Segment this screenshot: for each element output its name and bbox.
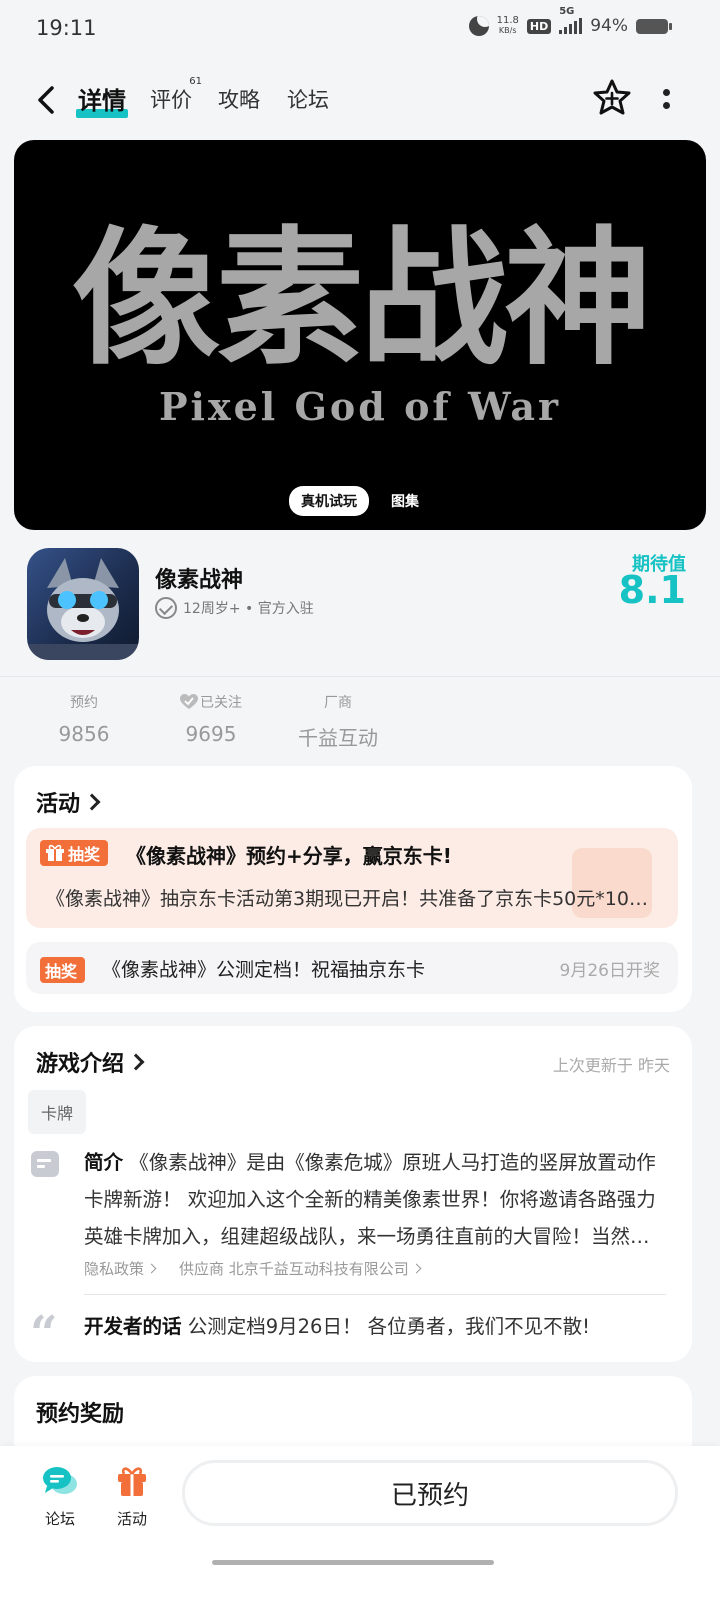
status-icons: 11.8 KB/s HD 5G 94%	[468, 6, 672, 36]
chevron-right-icon	[83, 793, 101, 811]
activity-item-title: 《像素战神》公测定档！祝福抽京东卡	[102, 959, 426, 981]
intro-links: 隐私政策 供应商 北京千益互动科技有限公司	[84, 1258, 422, 1279]
activity-card: 活动 抽奖 《像素战神》预约+分享，赢京东卡! 《像素战神》抽京东卡活动第3期现…	[14, 766, 692, 1012]
update-time: 上次更新于 昨天	[552, 1056, 670, 1075]
bottom-action-bar: 论坛 活动 已预约	[0, 1446, 720, 1600]
supplier-link[interactable]: 供应商 北京千益互动科技有限公司	[179, 1258, 422, 1279]
quote-icon: “	[30, 1306, 58, 1362]
moon-icon	[468, 16, 489, 36]
raccoon-hero-icon	[27, 558, 139, 660]
game-intro-title[interactable]: 游戏介绍	[36, 1046, 145, 1078]
bottom-tab-forum[interactable]: 论坛	[30, 1464, 90, 1529]
activity-item-1[interactable]: 抽奖 《像素战神》预约+分享，赢京东卡! 《像素战神》抽京东卡活动第3期现已开启…	[26, 828, 678, 928]
tab-details[interactable]: 详情	[76, 81, 128, 118]
stat-reservations: 预约 9856	[58, 695, 110, 746]
app-icon	[27, 548, 139, 660]
gift-icon	[46, 844, 64, 861]
banner-tab-gallery[interactable]: 图集	[379, 486, 431, 516]
lottery-badge: 抽奖	[40, 957, 86, 983]
heart-check-icon	[180, 694, 198, 709]
media-banner[interactable]: 像素战神 Pixel God of War 真机试玩 图集	[14, 140, 706, 530]
chevron-right-icon	[146, 1263, 157, 1274]
developer-words: 开发者的话 公测定档9月26日！ 各位勇者，我们不见不散!	[84, 1315, 590, 1338]
status-time: 19:11	[36, 16, 97, 40]
back-arrow-icon[interactable]	[32, 82, 62, 118]
document-icon	[31, 1151, 59, 1177]
activity-item-desc: 《像素战神》抽京东卡活动第3期现已开启！共准备了京东卡50元*10份，快来参与吧	[46, 888, 666, 910]
banner-tabs: 真机试玩 图集	[14, 486, 706, 516]
gift-box-icon	[118, 1467, 146, 1496]
bottom-tab-activity[interactable]: 活动	[102, 1464, 162, 1529]
signal-icon: 5G	[559, 6, 583, 34]
activity-item-date: 9月26日开奖	[559, 961, 660, 981]
star-plus-icon[interactable]	[592, 78, 632, 118]
banner-title: 像素战神	[72, 213, 652, 385]
stat-followers[interactable]: 已关注 9695	[151, 692, 271, 746]
battery-icon	[636, 18, 672, 34]
top-nav: 详情 评价 61 攻略 论坛	[0, 72, 720, 128]
game-intro-card: 游戏介绍 上次更新于 昨天 卡牌 简介 《像素战神》是由《像素危城》原班人马打造…	[14, 1026, 692, 1362]
activity-item-2[interactable]: 抽奖 《像素战神》公测定档！祝福抽京东卡 9月26日开奖	[26, 942, 678, 994]
privacy-policy-link[interactable]: 隐私政策	[84, 1258, 157, 1279]
app-name: 像素战神	[155, 568, 244, 593]
hd-icon: HD	[526, 18, 552, 34]
home-indicator[interactable]	[212, 1560, 494, 1565]
verified-check-icon	[155, 597, 177, 619]
tab-reviews[interactable]: 评价 61	[150, 76, 202, 114]
chevron-right-icon	[411, 1263, 422, 1274]
net-speed: 11.8 KB/s	[496, 15, 519, 36]
activity-title[interactable]: 活动	[36, 786, 101, 818]
genre-tag[interactable]: 卡牌	[28, 1090, 87, 1134]
game-summary[interactable]: 简介 《像素战神》是由《像素危城》原班人马打造的竖屏放置动作卡牌新游！ 欢迎加入…	[84, 1144, 668, 1255]
app-meta: 12周岁+ • 官方入驻	[155, 597, 314, 619]
stat-developer[interactable]: 厂商 千益互动	[278, 692, 398, 751]
reservation-reward-title: 预约奖励	[36, 1402, 125, 1427]
banner-tab-live-demo[interactable]: 真机试玩	[289, 486, 369, 516]
forum-chat-icon	[43, 1467, 77, 1494]
divider	[0, 676, 720, 677]
tab-guides[interactable]: 攻略	[218, 84, 260, 114]
divider	[84, 1294, 666, 1295]
activity-item-title: 《像素战神》预约+分享，赢京东卡!	[126, 844, 452, 868]
tab-forum[interactable]: 论坛	[287, 84, 329, 114]
more-options-icon[interactable]	[660, 86, 672, 114]
reserved-button[interactable]: 已预约	[182, 1460, 678, 1526]
chevron-right-icon	[127, 1053, 145, 1071]
review-count: 61	[189, 76, 202, 87]
status-bar: 19:11 11.8 KB/s HD 5G 94%	[0, 0, 720, 58]
banner-subtitle: Pixel God of War	[158, 384, 562, 429]
expectation-score: 8.1	[618, 568, 686, 612]
lottery-badge: 抽奖	[40, 840, 109, 866]
battery-percent: 94%	[590, 16, 628, 36]
